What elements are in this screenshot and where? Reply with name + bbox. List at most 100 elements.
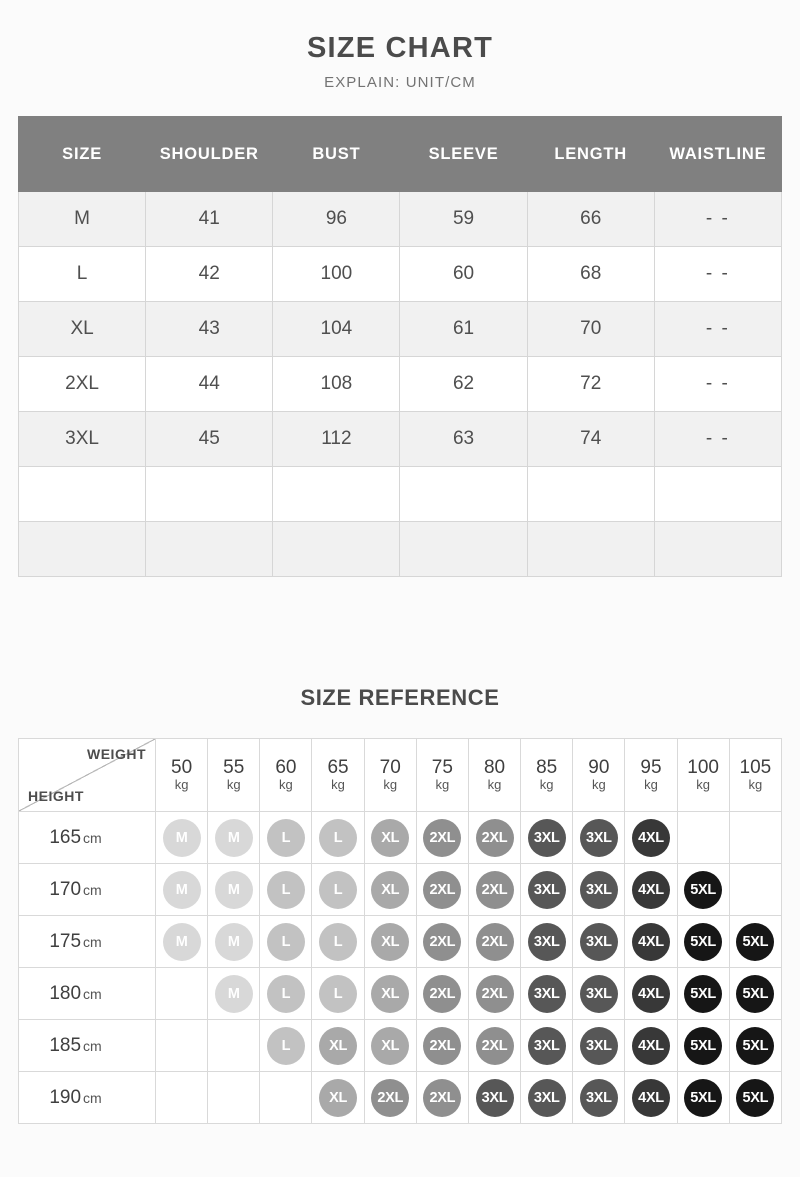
size-recommendation-cell: 3XL <box>520 1019 574 1072</box>
size-chart-head: SIZE SHOULDER BUST SLEEVE LENGTH WAISTLINE <box>17 116 783 192</box>
size-reference-header-row: WEIGHT HEIGHT 50 kg 55 kg 60 kg 65 kg 70 kg 75 kg 80… <box>18 738 783 812</box>
size-bubble: 3XL <box>579 922 618 961</box>
measurement-cell: 100 <box>272 246 401 302</box>
weight-value: 80 <box>483 756 506 778</box>
weight-col-header: 50 kg <box>154 738 209 812</box>
size-recommendation-cell: M <box>207 915 261 968</box>
size-bubble: 4XL <box>631 922 670 961</box>
size-recommendation-cell: XL <box>363 863 417 916</box>
height-unit: cm <box>83 933 102 950</box>
size-bubble: L <box>266 818 305 857</box>
measurement-cell: 72 <box>526 356 655 412</box>
weight-col-header: 55 kg <box>207 738 261 812</box>
weight-col-header: 70 kg <box>363 738 417 812</box>
size-bubble: 3XL <box>579 1078 618 1117</box>
size-bubble: XL <box>319 1078 358 1117</box>
size-label-cell: M <box>17 191 147 247</box>
weight-unit: kg <box>487 776 502 792</box>
size-bubble: 2XL <box>423 870 462 909</box>
size-recommendation-cell <box>259 1071 313 1124</box>
size-recommendation-cell: 2XL <box>363 1071 417 1124</box>
size-recommendation-cell: 5XL <box>728 1019 783 1072</box>
weight-unit: kg <box>539 776 554 792</box>
size-recommendation-cell: L <box>259 1019 313 1072</box>
size-recommendation-cell <box>676 811 730 864</box>
size-bubble: XL <box>319 1026 358 1065</box>
measurement-cell: 43 <box>145 301 274 357</box>
size-recommendation-cell: XL <box>363 1019 417 1072</box>
size-bubble: L <box>319 922 358 961</box>
size-recommendation-cell: 4XL <box>624 863 678 916</box>
size-bubble: XL <box>371 1026 410 1065</box>
table-row: 180 cm M L L XL 2XL 2XL 3XL 3XL 4XL 5XL 5XL <box>18 967 783 1020</box>
size-recommendation-cell: 2XL <box>467 1019 522 1072</box>
measurement-cell: 44 <box>145 356 274 412</box>
height-row-header: 190 cm <box>18 1071 156 1124</box>
size-recommendation-cell <box>154 1071 209 1124</box>
size-bubble: 3XL <box>527 1026 566 1065</box>
measurement-cell: - - <box>653 411 783 467</box>
measurement-cell: 68 <box>526 246 655 302</box>
size-recommendation-cell: L <box>311 967 365 1020</box>
size-bubble: 2XL <box>475 922 514 961</box>
size-recommendation-cell: L <box>259 863 313 916</box>
weight-col-header: 95 kg <box>624 738 678 812</box>
size-recommendation-cell <box>154 967 209 1020</box>
weight-col-header: 80 kg <box>467 738 522 812</box>
size-reference-table: WEIGHT HEIGHT 50 kg 55 kg 60 kg 65 kg 70 kg 75 kg 80… <box>18 738 783 1124</box>
weight-value: 95 <box>640 756 662 778</box>
size-bubble: M <box>162 818 201 857</box>
size-recommendation-cell <box>728 863 783 916</box>
measurement-cell: 62 <box>399 356 528 412</box>
size-recommendation-cell: 2XL <box>467 915 522 968</box>
height-value: 190 <box>49 1086 82 1108</box>
height-row-header: 170 cm <box>18 863 156 916</box>
size-bubble: 5XL <box>736 1078 775 1117</box>
size-recommendation-cell <box>207 1071 261 1124</box>
size-recommendation-cell: 5XL <box>676 967 730 1020</box>
size-bubble: 2XL <box>371 1078 410 1117</box>
size-recommendation-cell: 3XL <box>520 811 574 864</box>
size-recommendation-cell: 2XL <box>415 915 469 968</box>
size-bubble: M <box>214 870 253 909</box>
size-recommendation-cell: 3XL <box>520 967 574 1020</box>
size-bubble: 3XL <box>527 1078 566 1117</box>
size-reference-body: 165 cm M M L L XL 2XL 2XL 3XL 3XL 4XL 170 cm M M L L XL 2XL… <box>18 811 783 1124</box>
size-bubble: XL <box>371 974 410 1013</box>
size-recommendation-cell: 3XL <box>467 1071 522 1124</box>
size-recommendation-cell: 3XL <box>572 915 626 968</box>
table-row: 165 cm M M L L XL 2XL 2XL 3XL 3XL 4XL <box>18 811 783 864</box>
size-chart-col-header: SIZE <box>17 116 147 192</box>
measurement-cell <box>399 466 528 522</box>
size-recommendation-cell: L <box>311 811 365 864</box>
weight-value: 60 <box>275 756 297 778</box>
size-chart-title: SIZE CHART <box>307 32 493 64</box>
size-bubble: 4XL <box>631 1078 670 1117</box>
size-bubble: M <box>214 818 253 857</box>
height-value: 180 <box>49 982 82 1004</box>
size-label-cell: 2XL <box>17 356 147 412</box>
size-recommendation-cell: L <box>311 915 365 968</box>
size-bubble: L <box>319 974 358 1013</box>
size-bubble: L <box>266 870 305 909</box>
height-value: 175 <box>49 930 82 952</box>
size-bubble: L <box>266 922 305 961</box>
measurement-cell: 41 <box>145 191 274 247</box>
size-recommendation-cell: 2XL <box>415 1019 469 1072</box>
size-recommendation-cell: 4XL <box>624 967 678 1020</box>
size-recommendation-cell: 5XL <box>676 863 730 916</box>
measurement-cell <box>526 521 655 577</box>
size-recommendation-cell: 5XL <box>728 967 783 1020</box>
weight-value: 55 <box>223 756 245 778</box>
size-bubble: 5XL <box>736 974 775 1013</box>
size-bubble: 3XL <box>527 818 566 857</box>
size-bubble: 2XL <box>423 1026 462 1065</box>
size-bubble: 3XL <box>475 1078 514 1117</box>
size-bubble: 3XL <box>579 1026 618 1065</box>
size-bubble: 3XL <box>579 974 618 1013</box>
size-chart-table: SIZE SHOULDER BUST SLEEVE LENGTH WAISTLINE M4… <box>17 116 783 577</box>
table-row <box>17 521 783 577</box>
measurement-cell: - - <box>653 246 783 302</box>
size-bubble: 2XL <box>475 974 514 1013</box>
measurement-cell <box>272 521 401 577</box>
